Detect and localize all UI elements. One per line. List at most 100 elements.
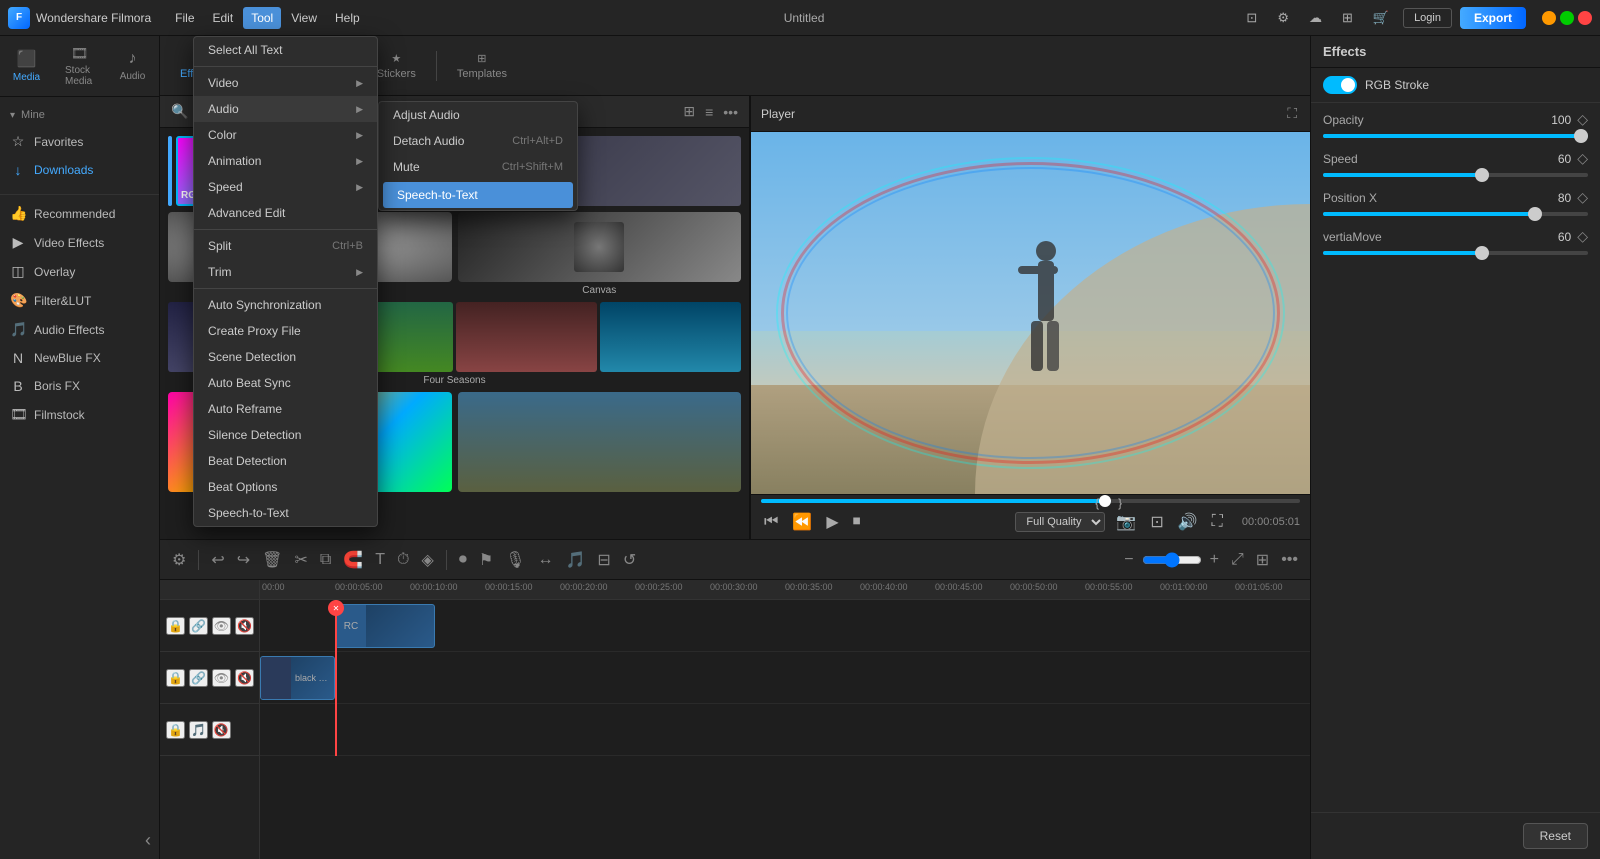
speech-to-text-submenu-item[interactable]: Speech-to-Text xyxy=(383,182,573,208)
video-clip-1[interactable]: RC xyxy=(335,604,435,648)
text-tool-button[interactable]: T xyxy=(371,547,389,573)
opacity-reset-icon[interactable]: ◇ xyxy=(1577,111,1588,128)
speech-to-text-item[interactable]: Speech-to-Text xyxy=(194,500,377,526)
record-button[interactable]: ⏺ xyxy=(455,547,471,573)
win-maximize[interactable] xyxy=(1560,11,1574,25)
tab-templates[interactable]: ⊞ Templates xyxy=(445,48,519,84)
select-all-text-item[interactable]: Select All Text xyxy=(194,37,377,63)
more-tl-button[interactable]: ••• xyxy=(1277,547,1302,573)
track-2-link[interactable]: 🔗 xyxy=(189,669,208,687)
fullscreen-button[interactable]: ⛶ xyxy=(1284,102,1300,125)
silence-detection-item[interactable]: Silence Detection xyxy=(194,422,377,448)
track-1-mute[interactable]: 🔇 xyxy=(235,617,254,635)
split-screen-button[interactable]: ⊟ xyxy=(593,546,614,574)
menu-file[interactable]: File xyxy=(167,7,202,29)
cut-button[interactable]: ✂ xyxy=(290,546,311,574)
detach-audio-item[interactable]: Detach Audio Ctrl+Alt+D xyxy=(379,128,577,154)
track-1-lock[interactable]: 🔒 xyxy=(166,617,185,635)
win-minimize[interactable] xyxy=(1542,11,1556,25)
rgb-stroke-toggle[interactable] xyxy=(1323,76,1357,94)
color-menu-item[interactable]: Color xyxy=(194,122,377,148)
menu-help[interactable]: Help xyxy=(327,7,368,29)
audio-track-button[interactable]: 🎵 xyxy=(561,546,589,574)
zoom-button[interactable]: ⛶ xyxy=(1209,510,1226,534)
grid-icon-btn[interactable]: ⊞ xyxy=(1336,7,1359,29)
position-x-slider-track[interactable] xyxy=(1323,212,1588,216)
track-2-eye[interactable]: 👁 xyxy=(212,669,231,687)
position-x-thumb[interactable] xyxy=(1528,207,1542,221)
menu-tool[interactable]: Tool xyxy=(243,7,281,29)
keyframe-button[interactable]: ◈ xyxy=(418,546,438,574)
speed-slider-track[interactable] xyxy=(1323,173,1588,177)
redo-button[interactable]: ↪ xyxy=(233,546,254,574)
timeline-scrollable[interactable]: 00:00 00:00:05:00 00:00:10:00 00:00:15:0… xyxy=(260,580,1310,859)
timeline-settings-button[interactable]: ⚙ xyxy=(168,546,190,574)
zoom-out-btn[interactable]: − xyxy=(1120,547,1137,573)
more-options-button[interactable]: ••• xyxy=(720,100,741,123)
mute-item[interactable]: Mute Ctrl+Shift+M xyxy=(379,154,577,180)
menu-edit[interactable]: Edit xyxy=(205,7,242,29)
export-button[interactable]: Export xyxy=(1460,7,1526,29)
audio-lock[interactable]: 🔒 xyxy=(166,721,185,739)
sidebar-item-recommended[interactable]: 👍 Recommended xyxy=(0,199,159,228)
volume-button[interactable]: 🔊 xyxy=(1175,509,1201,535)
skip-back-button[interactable]: ⏮ xyxy=(761,510,781,534)
video-menu-item[interactable]: Video xyxy=(194,70,377,96)
reset-button[interactable]: Reset xyxy=(1523,823,1588,849)
play-button[interactable]: ▶ xyxy=(823,509,841,535)
animation-menu-item[interactable]: Animation xyxy=(194,148,377,174)
sidebar-item-boris-fx[interactable]: B Boris FX xyxy=(0,372,159,400)
stop-button[interactable]: ⏹ xyxy=(850,510,864,534)
sidebar-mine-header[interactable]: ▾ Mine xyxy=(0,103,159,127)
zoom-in-btn[interactable]: + xyxy=(1206,547,1223,573)
sidebar-item-newblue-fx[interactable]: N NewBlue FX xyxy=(0,344,159,372)
sort-button[interactable]: ≡ xyxy=(702,100,716,123)
track-1-link[interactable]: 🔗 xyxy=(189,617,208,635)
sidebar-item-overlay[interactable]: ◫ Overlay xyxy=(0,257,159,286)
scene-detection-item[interactable]: Scene Detection xyxy=(194,344,377,370)
menu-view[interactable]: View xyxy=(283,7,325,29)
win-close[interactable] xyxy=(1578,11,1592,25)
audio-menu-item[interactable]: Audio xyxy=(194,96,377,122)
minimize-icon-btn[interactable]: ⊡ xyxy=(1240,7,1263,29)
beat-detection-item[interactable]: Beat Detection xyxy=(194,448,377,474)
search-button[interactable]: 🔍 xyxy=(168,100,191,123)
position-x-reset-icon[interactable]: ◇ xyxy=(1577,189,1588,206)
media-landscape-item[interactable] xyxy=(458,392,742,492)
sidebar-item-filter-lut[interactable]: 🎨 Filter&LUT xyxy=(0,286,159,315)
loop-button[interactable]: ↺ xyxy=(619,546,640,574)
zoom-slider[interactable] xyxy=(1142,552,1202,568)
track-2-mute[interactable]: 🔇 xyxy=(235,669,254,687)
undo-button[interactable]: ↩ xyxy=(207,546,228,574)
filter-button[interactable]: ⊞ xyxy=(680,100,698,123)
fit-button[interactable]: ⤢ xyxy=(1227,547,1248,573)
auto-reframe-item[interactable]: Auto Reframe xyxy=(194,396,377,422)
auto-sync-item[interactable]: Auto Synchronization xyxy=(194,292,377,318)
opacity-thumb[interactable] xyxy=(1574,129,1588,143)
adjust-audio-item[interactable]: Adjust Audio xyxy=(379,102,577,128)
audio-link[interactable]: 🎵 xyxy=(189,721,208,739)
sidebar-item-audio-effects[interactable]: 🎵 Audio Effects xyxy=(0,315,159,344)
trim-menu-item[interactable]: Trim xyxy=(194,259,377,285)
marker-button[interactable]: ⚑ xyxy=(475,546,497,574)
playhead[interactable]: ✕ xyxy=(335,600,337,756)
clip-button[interactable]: ⧉ xyxy=(316,547,335,573)
progress-thumb[interactable] xyxy=(1099,495,1111,507)
vertia-move-slider-track[interactable] xyxy=(1323,251,1588,255)
cloud-icon-btn[interactable]: ☁ xyxy=(1303,7,1328,29)
cart-icon-btn[interactable]: 🛒 xyxy=(1367,7,1395,29)
quality-selector[interactable]: Full Quality 1/2 Quality 1/4 Quality xyxy=(1015,512,1105,532)
split-menu-item[interactable]: Split Ctrl+B xyxy=(194,233,377,259)
delete-button[interactable]: 🗑 xyxy=(258,546,286,574)
grid-view-button[interactable]: ⊞ xyxy=(1252,546,1273,574)
snap-button[interactable]: 🧲 xyxy=(339,546,367,574)
auto-beat-sync-item[interactable]: Auto Beat Sync xyxy=(194,370,377,396)
settings-icon-btn[interactable]: ⚙ xyxy=(1271,7,1295,29)
sidebar-item-filmstock[interactable]: 🎞 Filmstock xyxy=(0,400,159,429)
tab-media[interactable]: ⬛ Media xyxy=(0,36,53,96)
sidebar-item-video-effects[interactable]: ▶ Video Effects xyxy=(0,228,159,257)
step-back-button[interactable]: ⏪ xyxy=(789,509,815,535)
track-1-eye[interactable]: 👁 xyxy=(212,617,231,635)
tab-audio[interactable]: ♪ Audio xyxy=(106,36,159,96)
speed-thumb[interactable] xyxy=(1475,168,1489,182)
